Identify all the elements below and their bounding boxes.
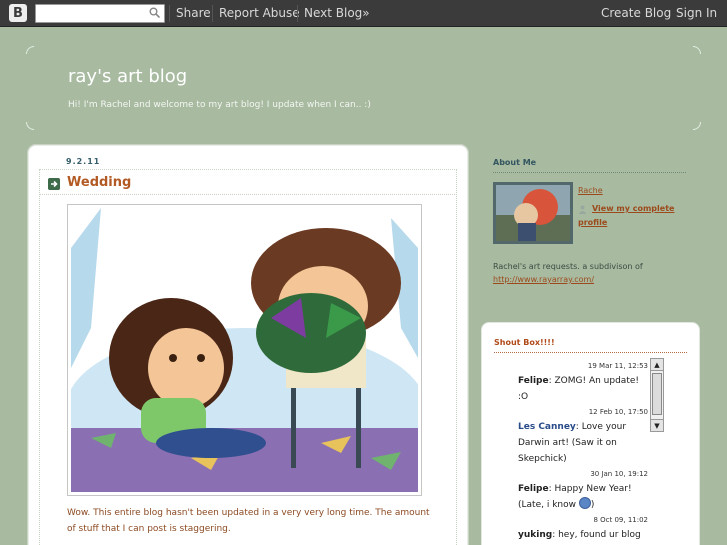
scroll-down-icon[interactable]: ▼	[651, 419, 663, 431]
view-profile-link[interactable]: View my complete	[592, 204, 674, 213]
main-column: 9.2.11 Wedding Wow. This entire blog has…	[28, 145, 468, 545]
about-bio: Rachel's art requests. a subdivison of	[493, 262, 643, 271]
list-item: 8 Oct 09, 11:02 yuking: hey, found ur bl…	[518, 513, 648, 545]
post-illustration[interactable]	[66, 204, 426, 496]
nav-divider	[212, 5, 213, 22]
post-title[interactable]: Wedding	[67, 175, 131, 190]
blog-title[interactable]: ray's art blog	[68, 66, 187, 87]
blog-description: Hi! I'm Rachel and welcome to my art blo…	[68, 100, 371, 110]
person-icon	[578, 205, 587, 214]
wedding-illustration	[66, 208, 426, 492]
shout-author-link[interactable]: Les Canney	[518, 422, 576, 432]
profile-name-link[interactable]: Rache	[578, 186, 603, 195]
smiley-icon	[578, 497, 591, 509]
nav-divider	[169, 5, 170, 22]
shout-date: 30 Jan 10, 19:12	[590, 470, 648, 478]
scroll-thumb[interactable]	[652, 373, 662, 415]
profile-photo[interactable]	[493, 182, 573, 244]
profile-photo-image	[496, 185, 570, 241]
view-profile-link-cont[interactable]: profile	[578, 218, 607, 227]
header-corner	[26, 46, 34, 54]
about-me-title: About Me	[493, 158, 537, 167]
shout-scrollbar[interactable]: ▲ ▼	[650, 358, 664, 432]
shout-box-title: Shout Box!!!!	[494, 338, 555, 347]
list-item: 19 Mar 11, 12:53 Felipe: ZOMG! An update…	[518, 359, 648, 405]
blog-header: ray's art blog Hi! I'm Rachel and welcom…	[26, 46, 701, 130]
divider	[494, 352, 687, 353]
header-corner	[26, 122, 34, 130]
search-input[interactable]	[35, 4, 165, 23]
list-item: 30 Jan 10, 19:12 Felipe: Happy New Year!…	[518, 467, 648, 513]
blogger-navbar: B Share Report Abuse Next Blog» Create B…	[0, 0, 727, 27]
shout-date: 19 Mar 11, 12:53	[587, 362, 648, 370]
shout-date: 12 Feb 10, 17:50	[588, 408, 648, 416]
shout-box: Shout Box!!!! 19 Mar 11, 12:53 Felipe: Z…	[481, 322, 700, 545]
search-icon[interactable]	[149, 7, 160, 18]
website-link[interactable]: http://www.rayarray.com/	[493, 275, 594, 284]
blogger-logo-icon[interactable]: B	[9, 4, 27, 22]
scroll-up-icon[interactable]: ▲	[651, 359, 663, 371]
divider	[39, 194, 457, 195]
shout-date: 8 Oct 09, 11:02	[593, 516, 648, 524]
shout-list[interactable]: 19 Mar 11, 12:53 Felipe: ZOMG! An update…	[518, 359, 648, 545]
sign-in-link[interactable]: Sign In	[676, 6, 717, 20]
divider	[493, 172, 686, 173]
nav-divider	[297, 5, 298, 22]
share-link[interactable]: Share	[176, 6, 211, 20]
post-date: 9.2.11	[66, 157, 101, 166]
shout-author: yuking	[518, 530, 553, 540]
next-blog-link[interactable]: Next Blog»	[304, 6, 370, 20]
arrow-right-icon	[48, 178, 60, 190]
post-body: Wow. This entire blog hasn't been update…	[67, 508, 430, 534]
header-corner	[693, 122, 701, 130]
header-corner	[693, 46, 701, 54]
list-item: 12 Feb 10, 17:50 Les Canney: Love your D…	[518, 405, 648, 467]
shout-author: Felipe	[518, 376, 549, 386]
shout-author: Felipe	[518, 484, 549, 494]
create-blog-link[interactable]: Create Blog	[601, 6, 671, 20]
report-abuse-link[interactable]: Report Abuse	[219, 6, 300, 20]
